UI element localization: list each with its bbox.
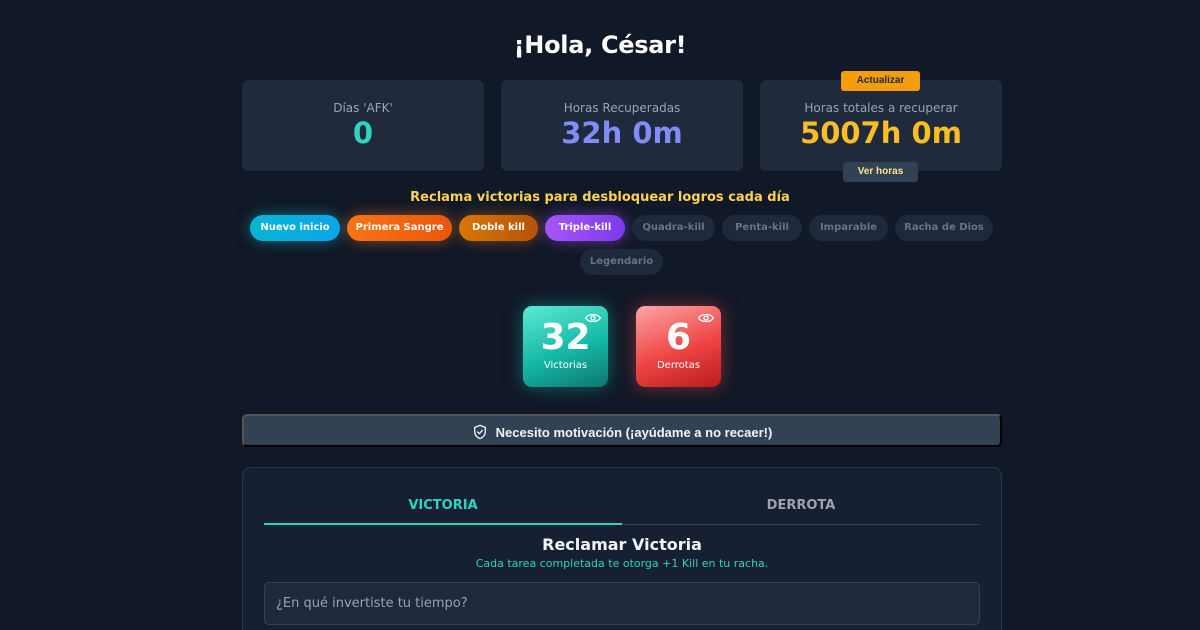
losses-counter[interactable]: 6 Derrotas xyxy=(636,306,721,387)
panel-subtitle: Cada tarea completada te otorga +1 Kill … xyxy=(475,557,769,570)
afk-days-value: 0 xyxy=(352,116,374,150)
achievement-penta-kill[interactable]: Penta-kill xyxy=(722,215,802,241)
total-hours-card: Horas totales a recuperar 5007h 0m xyxy=(760,80,1002,171)
recovered-hours-card: Horas Recuperadas 32h 0m xyxy=(501,80,743,171)
wins-value: 32 xyxy=(540,317,591,358)
achievements-title: Reclama victorias para desbloquear logro… xyxy=(410,190,790,205)
motivation-label: Necesito motivación (¡ayúdame a no recae… xyxy=(495,425,773,440)
tab-derrota[interactable]: DERROTA xyxy=(622,498,980,525)
eye-icon[interactable] xyxy=(698,312,714,324)
shield-check-icon xyxy=(473,424,486,440)
achievement-triple-kill[interactable]: Triple-kill xyxy=(545,215,625,241)
achievement-racha-de-dios[interactable]: Racha de Dios xyxy=(895,215,993,241)
losses-value: 6 xyxy=(665,317,692,358)
dashboard-page: ¡Hola, César! Días 'AFK' 0 Horas Recuper… xyxy=(0,0,1200,630)
motivation-button[interactable]: Necesito motivación (¡ayúdame a no recae… xyxy=(242,414,1002,447)
total-hours-label: Horas totales a recuperar xyxy=(804,101,958,115)
achievement-quadra-kill[interactable]: Quadra-kill xyxy=(632,215,715,241)
wins-label: Victorias xyxy=(543,360,588,371)
achievement-legendario[interactable]: Legendario xyxy=(580,249,663,275)
update-button[interactable]: Actualizar xyxy=(841,71,920,91)
wins-counter[interactable]: 32 Victorias xyxy=(523,306,608,387)
achievement-doble-kill[interactable]: Doble kill xyxy=(459,215,538,241)
tab-victoria[interactable]: VICTORIA xyxy=(264,498,622,525)
panel-title: Reclamar Victoria xyxy=(542,535,702,554)
eye-icon[interactable] xyxy=(585,312,601,324)
view-hours-button[interactable]: Ver horas xyxy=(843,162,918,182)
afk-days-label: Días 'AFK' xyxy=(333,101,393,115)
afk-days-card: Días 'AFK' 0 xyxy=(242,80,484,171)
losses-label: Derrotas xyxy=(656,360,701,371)
recovered-hours-value: 32h 0m xyxy=(561,116,683,150)
achievement-primera-sangre[interactable]: Primera Sangre xyxy=(347,215,452,241)
achievement-imparable[interactable]: Imparable xyxy=(809,215,888,241)
claim-panel: VICTORIA DERROTA Reclamar Victoria Cada … xyxy=(242,467,1002,630)
task-input[interactable] xyxy=(264,582,980,625)
greeting-title: ¡Hola, César! xyxy=(513,31,687,59)
total-hours-value: 5007h 0m xyxy=(800,116,962,150)
achievement-nuevo-inicio[interactable]: Nuevo inicio xyxy=(250,215,340,241)
recovered-hours-label: Horas Recuperadas xyxy=(563,101,681,115)
